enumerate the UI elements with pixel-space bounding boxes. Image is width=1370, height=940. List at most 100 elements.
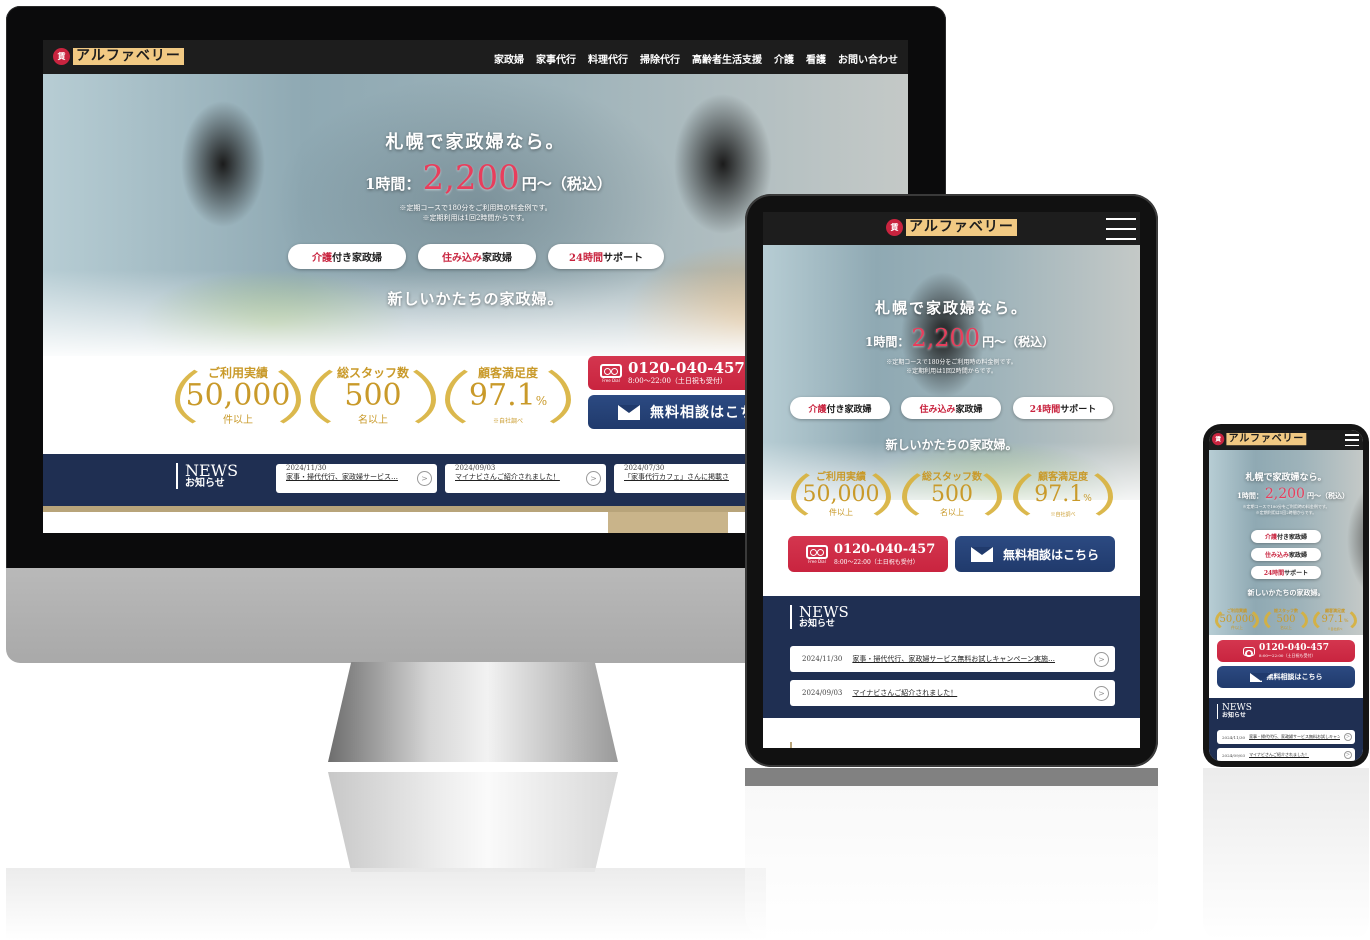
news-title-ja: お知らせ (185, 478, 225, 489)
laurel-wreath-icon (902, 464, 1002, 524)
logo-text: アルファベリー (73, 48, 184, 65)
logo-mark-icon: 賃 (53, 48, 70, 65)
laurel-wreath-icon (1215, 606, 1259, 633)
pill-text: サポート (602, 253, 643, 264)
hero-price-notes: ※定期コースで180分をご利用時の料金例です。 ※定期利用は1回2時間からです。 (763, 358, 1140, 376)
free-dial-badge: Free Dial (600, 363, 622, 383)
hero-price: 1時間： 2,200 円～（税込） (865, 324, 1054, 352)
news-item[interactable]: 2024/11/30 家事・掃代代行、家政婦サービス… (276, 464, 437, 493)
news-date: 2024/09/03 (802, 689, 843, 697)
pill-care-maid[interactable]: 介護 付き家政婦 (1251, 530, 1321, 543)
news-item[interactable]: 2024/09/03 マイナビさんご紹介されました！ > (790, 680, 1115, 706)
news-title: マイナビさんご紹介されました！ (455, 473, 560, 481)
free-dial-icon (1242, 646, 1255, 657)
laurel-wreath-icon (310, 358, 436, 434)
news-date: 2024/09/03 (455, 464, 496, 472)
nav-item[interactable]: 看護 (806, 51, 826, 66)
phone-news-section: NEWS お知らせ 2024/11/30 家事・掃代代行、家政婦サービス無料お試… (1209, 698, 1363, 761)
laurel-wreath-icon (1313, 606, 1357, 633)
pill-text: 付き家政婦 (826, 404, 872, 415)
news-title-ja: お知らせ (1222, 712, 1246, 719)
pill-text: 家政婦 (1289, 552, 1308, 559)
news-date: 2024/11/30 (802, 655, 843, 663)
free-dial-label: Free Dial (602, 377, 620, 383)
stat-staff: 総スタッフ数 500 名以上 (310, 358, 436, 434)
news-item[interactable]: 2024/09/03 マイナビさんご紹介されました！ (445, 464, 606, 493)
pill-text: サポート (1060, 404, 1097, 415)
price-value: 2,200 (911, 324, 981, 352)
hero-headline: 札幌で家政婦なら。 (874, 299, 1028, 317)
phone-phone-button[interactable]: 0120-040-457 8:00～22:00（土日祝も受付） (1217, 640, 1355, 662)
nav-item[interactable]: 介護 (774, 51, 794, 66)
pill-live-in-maid[interactable]: 住み込み 家政婦 (418, 244, 536, 269)
laurel-wreath-icon (445, 358, 571, 434)
pill-24h-support[interactable]: 24時間 サポート (548, 244, 664, 269)
tablet-reflection (745, 768, 1158, 940)
nav-item[interactable]: 料理代行 (588, 51, 628, 66)
tablet-phone-button[interactable]: Free Dial 0120-040-457 8:00～22:00（土日祝も受付… (788, 536, 948, 572)
nav-item[interactable]: 掃除代行 (640, 51, 680, 66)
hero-price-notes: ※定期コースで180分をご利用時の料金例です。 ※定期利用は1回2時間からです。 (1209, 504, 1363, 516)
stat-staff: 総スタッフ数 500 名以上 (1264, 606, 1308, 633)
phone-reflection (1203, 768, 1369, 940)
arrow-circle-icon: > (1344, 751, 1352, 759)
news-title: 家事・掃代代行、家政婦サービス無料お試しキャンペーン実施… (852, 655, 1056, 663)
phone-number: 0120-040-457 (628, 359, 745, 377)
stat-usage: ご利用実績 50,000 件以上 (791, 464, 891, 524)
news-heading: NEWS お知らせ (1217, 704, 1252, 719)
pill-care-maid[interactable]: 介護 付き家政婦 (288, 244, 406, 269)
price-suffix: 円～（税込） (521, 175, 612, 193)
pill-care-maid[interactable]: 介護 付き家政婦 (790, 397, 890, 419)
stat-usage: ご利用実績 50,000 件以上 (175, 358, 301, 434)
imac-stand (328, 662, 618, 762)
desktop-logo[interactable]: 賃 アルファベリー (53, 48, 184, 65)
pill-text: 付き家政婦 (332, 253, 382, 264)
price-note: ※定期利用は1回2時間からです。 (1255, 510, 1317, 515)
phone-text: 0120-040-457 8:00～22:00（土日祝も受付） (834, 542, 935, 566)
news-title: 家事・掃代代行、家政婦サービス… (286, 473, 398, 481)
pill-24h-support[interactable]: 24時間 サポート (1013, 397, 1113, 419)
pill-accent: 介護 (312, 253, 332, 264)
news-item[interactable]: 2024/11/30 家事・掃代代行、家政婦サービス無料お試しキャンペーン実施…… (790, 646, 1115, 672)
pill-24h-support[interactable]: 24時間 サポート (1251, 566, 1321, 579)
pill-live-in-maid[interactable]: 住み込み 家政婦 (1251, 548, 1321, 561)
gold-block (608, 512, 728, 533)
arrow-circle-icon: > (1094, 651, 1109, 667)
pill-text: 家政婦 (955, 404, 983, 415)
hero-headline: 札幌で家政婦なら。 (385, 132, 566, 153)
phone-logo[interactable]: 賃 アルファベリー (1212, 433, 1307, 446)
gold-accent (790, 742, 792, 748)
laurel-wreath-icon (1013, 464, 1113, 524)
hero-tagline: 新しいかたちの家政婦。 (1247, 588, 1325, 597)
news-title-en: NEWS (185, 461, 239, 480)
news-title: 「家事代行カフェ」さんに掲載さ (624, 473, 729, 481)
phone-consult-button[interactable]: 無料相談はこちら (1217, 666, 1355, 688)
news-title: マイナビさんご紹介されました！ (852, 689, 958, 697)
arrow-circle-icon[interactable]: > (586, 471, 601, 486)
news-date: 2024/09/03 (1222, 752, 1246, 758)
nav-item[interactable]: お問い合わせ (838, 51, 898, 66)
phone-hours: 8:00～22:00（土日祝も受付） (628, 377, 727, 385)
hamburger-icon[interactable] (1106, 218, 1136, 240)
price-prefix: 1時間： (1237, 491, 1263, 500)
stat-satisfaction: 顧客満足度 97.1% ※自社調べ (1313, 606, 1357, 633)
price-value: 2,200 (1264, 486, 1305, 502)
free-dial-badge: Free Dial (806, 544, 828, 564)
news-item[interactable]: 2024/11/30 家事・掃代代行、家政婦サービス無料お試しキャンペーン実施…… (1217, 730, 1355, 744)
pill-text: サポート (1284, 570, 1309, 577)
tablet-logo[interactable]: 賃 アルファベリー (886, 219, 1017, 236)
desktop-nav-menu: 家政婦 家事代行 料理代行 掃除代行 高齢者生活支援 介護 看護 お問い合わせ (494, 51, 898, 66)
news-title: マイナビさんご紹介されました！ (1249, 752, 1309, 757)
pill-live-in-maid[interactable]: 住み込み 家政婦 (901, 397, 1001, 419)
phone-hours: 8:00～22:00（土日祝も受付） (1258, 653, 1316, 658)
news-item[interactable]: 2024/09/03 マイナビさんご紹介されました！ > (1217, 748, 1355, 761)
hamburger-icon[interactable] (1345, 434, 1359, 446)
nav-item[interactable]: 家事代行 (536, 51, 576, 66)
arrow-circle-icon[interactable]: > (417, 471, 432, 486)
tablet-consult-button[interactable]: 無料相談はこちら (955, 536, 1115, 572)
phone-screen: 賃 アルファベリー 札幌で家政婦なら。 1時間： 2,200 円～（税込） ※定… (1209, 430, 1363, 761)
nav-item[interactable]: 家政婦 (494, 51, 524, 66)
pill-text: 家政婦 (482, 253, 512, 264)
pill-accent: 24時間 (1029, 404, 1061, 415)
nav-item[interactable]: 高齢者生活支援 (692, 51, 762, 66)
